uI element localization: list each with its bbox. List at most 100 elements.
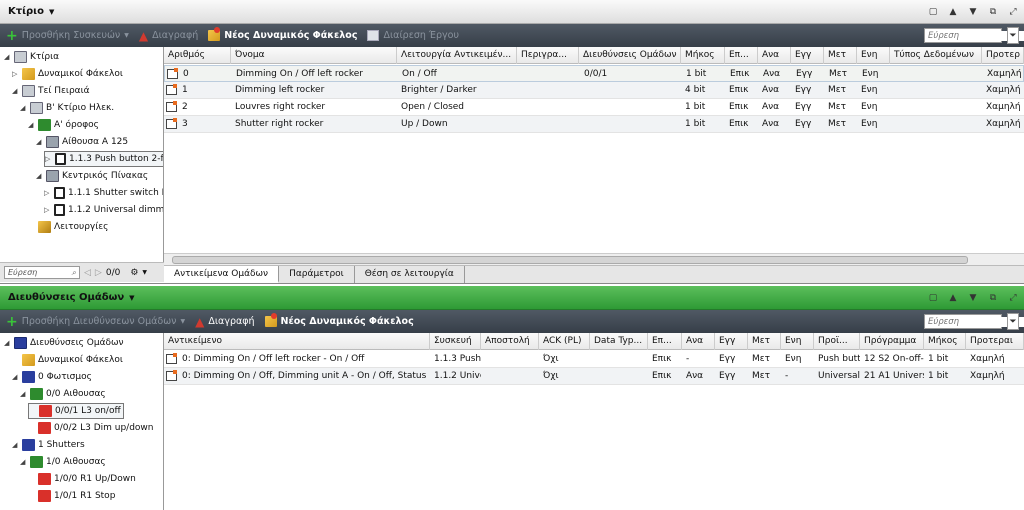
table-row[interactable]: 2 Louvres right rocker Open / Closed 1 bit Ε…: [164, 99, 1024, 116]
scrollbar-thumb[interactable]: [172, 256, 968, 264]
tree-node[interactable]: ◢ Διευθύνσεις Ομάδων: [4, 335, 124, 351]
delete-button[interactable]: ▲ Διαγραφή: [195, 315, 254, 329]
column-header[interactable]: ACK (PL): [539, 333, 590, 350]
expanded-arrow-icon[interactable]: ◢: [20, 390, 30, 398]
expanded-arrow-icon[interactable]: ◢: [12, 373, 22, 381]
table-row[interactable]: 3 Shutter right rocker Up / Down 1 bit Επικ Α…: [164, 116, 1024, 133]
column-header[interactable]: Συσκευή: [430, 333, 481, 350]
tree-node[interactable]: ▷ 1.1.1 Shutter switch N 521: [44, 185, 163, 201]
tree-node[interactable]: ▷ Δυναμικοί Φάκελοι: [12, 66, 123, 82]
expanded-arrow-icon[interactable]: ◢: [36, 172, 46, 180]
search-box[interactable]: ⌕: [924, 314, 1024, 329]
split-project-button[interactable]: Διαίρεση Έργου: [367, 30, 459, 41]
column-header[interactable]: Αποστολή: [481, 333, 539, 350]
column-header[interactable]: Προτερ: [982, 47, 1024, 64]
tree-node[interactable]: ◢ Τεί Πειραιά: [12, 83, 90, 99]
tree-node[interactable]: ◢ Β' Κτίριο Ηλεκ.: [20, 100, 114, 116]
collapsed-arrow-icon[interactable]: ▷: [12, 70, 22, 78]
previous-icon[interactable]: ◁: [84, 268, 91, 278]
collapsed-arrow-icon[interactable]: ▷: [45, 155, 55, 163]
column-header[interactable]: Πρόγραμμα: [860, 333, 924, 350]
panel-menu-arrow-icon[interactable]: ▼: [49, 8, 54, 16]
panel-menu-arrow-icon[interactable]: ▼: [129, 294, 134, 302]
column-header[interactable]: Αντικείμενο: [164, 333, 430, 350]
move-down-icon[interactable]: ▼: [966, 5, 980, 19]
table-row[interactable]: 0 Dimming On / Off left rocker On / Off 0/0…: [164, 65, 1024, 82]
tree-node[interactable]: ◢ Αίθουσα Α 125: [36, 134, 128, 150]
tree-node[interactable]: ◢ Κεντρικός Πίνακας: [36, 168, 148, 184]
tree-search-input[interactable]: Εύρεση ⌕: [4, 266, 80, 279]
expanded-arrow-icon[interactable]: ◢: [12, 87, 22, 95]
expanded-arrow-icon[interactable]: ◢: [36, 138, 46, 146]
expanded-arrow-icon[interactable]: ◢: [12, 441, 22, 449]
next-icon[interactable]: ▷: [95, 268, 102, 278]
move-up-icon[interactable]: ▲: [946, 291, 960, 305]
table-row[interactable]: 0: Dimming On / Off, Dimming unit A - On…: [164, 368, 1024, 385]
search-box[interactable]: ⌕: [924, 28, 1024, 43]
column-header[interactable]: Προτεραι: [966, 333, 1024, 350]
column-header[interactable]: Προϊ...: [814, 333, 860, 350]
column-header[interactable]: Αριθμός: [164, 47, 231, 64]
expanded-arrow-icon[interactable]: ◢: [20, 104, 30, 112]
tab-0[interactable]: Αντικείμενα Ομάδων: [164, 266, 280, 283]
column-header[interactable]: Μετ: [748, 333, 781, 350]
expanded-arrow-icon[interactable]: ◢: [4, 339, 14, 347]
tree-node[interactable]: ▷ 1.1.3 Push button 2-f UP...: [44, 151, 163, 167]
column-header[interactable]: Ανα: [682, 333, 715, 350]
column-header[interactable]: Μετ: [824, 47, 857, 64]
tree-node[interactable]: ◢ 0 Φωτισμος: [12, 369, 92, 385]
column-header[interactable]: Data Typ...: [590, 333, 648, 350]
table-row[interactable]: 1 Dimming left rocker Brighter / Darker 4 b…: [164, 82, 1024, 99]
restore-icon[interactable]: ⧉: [986, 291, 1000, 305]
column-header[interactable]: Μήκος: [681, 47, 725, 64]
tree-node[interactable]: 0/0/1 L3 on/off: [28, 403, 124, 419]
tree-node[interactable]: 1/0/1 R1 Stop: [28, 488, 115, 504]
tree-node[interactable]: Λειτουργίες: [28, 219, 108, 235]
table-row[interactable]: 0: Dimming On / Off left rocker - On / O…: [164, 351, 1024, 368]
column-header[interactable]: Διευθύνσεις Ομάδων: [579, 47, 681, 64]
new-dynamic-folder-button[interactable]: Νέος Δυναμικός Φάκελος: [208, 27, 357, 41]
tree-node[interactable]: ◢ Α' όροφος: [28, 117, 99, 133]
column-header[interactable]: Επ...: [725, 47, 758, 64]
expanded-arrow-icon[interactable]: ◢: [4, 53, 14, 61]
move-up-icon[interactable]: ▲: [946, 5, 960, 19]
tab-2[interactable]: Θέση σε λειτουργία: [355, 266, 465, 283]
column-header[interactable]: Εγγ: [791, 47, 824, 64]
settings-gear-icon[interactable]: ⚙: [130, 268, 138, 278]
maximize-icon[interactable]: ⤢: [1006, 5, 1020, 19]
tree-node[interactable]: ◢ 1 Shutters: [12, 437, 85, 453]
tree-node[interactable]: ◢ 1/0 Αιθουσας: [20, 454, 106, 470]
search-icon[interactable]: ⌕: [72, 268, 76, 278]
column-header[interactable]: Εγγ: [715, 333, 748, 350]
delete-button[interactable]: ▲ Διαγραφή: [139, 29, 198, 43]
chevron-down-icon[interactable]: ▼: [180, 318, 185, 325]
new-dynamic-folder-button[interactable]: Νέος Δυναμικός Φάκελος: [264, 313, 414, 327]
move-down-icon[interactable]: ▼: [966, 291, 980, 305]
collapsed-arrow-icon[interactable]: ▷: [44, 206, 54, 214]
filter-icon[interactable]: ⏷: [1007, 313, 1019, 330]
column-header[interactable]: Τύπος Δεδομένων: [890, 47, 982, 64]
add-group-addresses-button[interactable]: + Προσθήκη Διευθύνσεων Ομάδων ▼: [6, 315, 185, 329]
tree-node[interactable]: Δυναμικοί Φάκελοι: [12, 352, 123, 368]
chevron-down-icon[interactable]: ▼: [142, 269, 147, 276]
chevron-down-icon[interactable]: ▼: [124, 32, 129, 39]
column-header[interactable]: Ανα: [758, 47, 791, 64]
tree-node[interactable]: ◢ 0/0 Αιθουσας: [20, 386, 106, 402]
expanded-arrow-icon[interactable]: ◢: [28, 121, 38, 129]
restore-icon[interactable]: ⧉: [986, 5, 1000, 19]
tab-1[interactable]: Παράμετροι: [279, 266, 355, 283]
column-header[interactable]: Ενη: [857, 47, 890, 64]
tree-node[interactable]: ▷ 1.1.2 Universal dimmer...: [44, 202, 163, 218]
tree-node[interactable]: 0/0/2 L3 Dim up/down: [28, 420, 154, 436]
maximize-icon[interactable]: ⤢: [1006, 291, 1020, 305]
column-header[interactable]: Επ...: [648, 333, 682, 350]
tree-node[interactable]: 1/0/0 R1 Up/Down: [28, 471, 136, 487]
collapsed-arrow-icon[interactable]: ▷: [44, 189, 54, 197]
filter-icon[interactable]: ⏷: [1007, 27, 1019, 44]
float-icon[interactable]: ▢: [926, 5, 940, 19]
column-header[interactable]: Περιγρα...: [517, 47, 579, 64]
float-icon[interactable]: ▢: [926, 291, 940, 305]
column-header[interactable]: Λειτουργία Αντικειμέν...: [397, 47, 517, 64]
column-header[interactable]: Ενη: [781, 333, 814, 350]
column-header[interactable]: Μήκος: [924, 333, 966, 350]
